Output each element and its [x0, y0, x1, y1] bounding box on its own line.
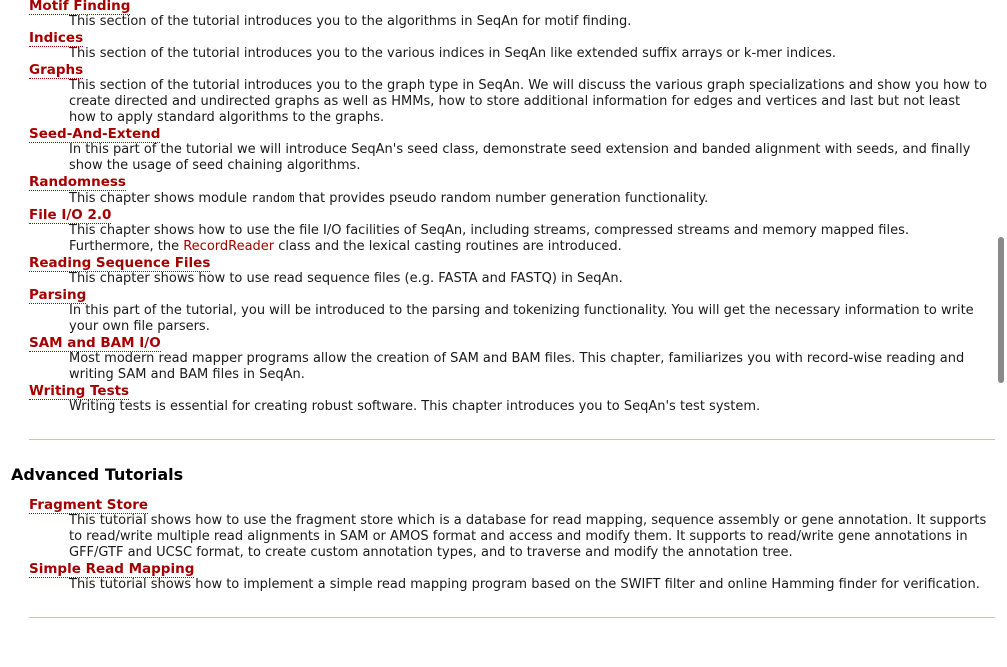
page: Motif Finding This section of the tutori…	[0, 0, 1007, 667]
tutorial-description: In this part of the tutorial, you will b…	[69, 303, 974, 334]
code-module-name: random	[251, 191, 295, 205]
tutorial-title: Simple Read Mapping	[29, 561, 990, 578]
tutorial-link-reading-sequence-files[interactable]: Reading Sequence Files	[29, 255, 211, 272]
tutorial-link-simple-read-mapping[interactable]: Simple Read Mapping	[29, 561, 195, 578]
tutorial-title: Graphs	[29, 62, 990, 79]
tutorial-link-motif-finding[interactable]: Motif Finding	[29, 0, 131, 15]
scrollbar-thumb[interactable]	[998, 237, 1004, 383]
tutorial-title: Fragment Store	[29, 497, 990, 514]
tutorial-title: Randomness	[29, 174, 990, 191]
tutorial-link-graphs[interactable]: Graphs	[29, 62, 84, 79]
tutorial-link-indices[interactable]: Indices	[29, 30, 84, 47]
tutorial-description: This section of the tutorial introduces …	[69, 46, 837, 61]
tutorial-title: Parsing	[29, 287, 990, 304]
tutorial-description: This tutorial shows how to implement a s…	[69, 577, 980, 592]
tutorial-list: Motif Finding This section of the tutori…	[0, 0, 990, 415]
tutorial-description: This section of the tutorial introduces …	[69, 78, 988, 125]
section-heading-advanced: Advanced Tutorials	[11, 465, 184, 484]
tutorial-title: Motif Finding	[29, 0, 990, 15]
tutorial-link-sam-bam-io[interactable]: SAM and BAM I/O	[29, 335, 161, 352]
tutorial-description: This chapter shows how to use read seque…	[69, 271, 623, 286]
description-text: class and the lexical casting routines a…	[274, 239, 622, 254]
advanced-tutorial-list: Fragment Store This tutorial shows how t…	[0, 497, 990, 593]
section-divider	[29, 617, 995, 618]
tutorial-description: Most modern read mapper programs allow t…	[69, 351, 965, 382]
tutorial-link-randomness[interactable]: Randomness	[29, 174, 126, 191]
tutorial-title: Indices	[29, 30, 990, 47]
tutorial-title: Reading Sequence Files	[29, 255, 990, 272]
tutorial-description: This tutorial shows how to use the fragm…	[69, 513, 987, 560]
tutorial-link-writing-tests[interactable]: Writing Tests	[29, 383, 130, 400]
tutorial-link-seed-and-extend[interactable]: Seed-And-Extend	[29, 126, 161, 143]
tutorial-description: In this part of the tutorial we will int…	[69, 142, 971, 173]
tutorial-description: Writing tests is essential for creating …	[69, 399, 761, 414]
record-reader-link[interactable]: RecordReader	[183, 239, 274, 254]
vertical-scrollbar[interactable]	[990, 0, 1007, 667]
tutorial-title: Seed-And-Extend	[29, 126, 990, 143]
tutorial-description: This section of the tutorial introduces …	[69, 14, 632, 29]
tutorial-description: This chapter shows how to use the file I…	[69, 223, 990, 255]
tutorial-link-parsing[interactable]: Parsing	[29, 287, 87, 304]
description-text: This chapter shows module	[69, 191, 252, 206]
tutorial-title: Writing Tests	[29, 383, 990, 400]
description-text: that provides pseudo random number gener…	[294, 191, 709, 206]
tutorial-link-file-io[interactable]: File I/O 2.0	[29, 207, 112, 224]
tutorial-title: File I/O 2.0	[29, 207, 990, 224]
tutorial-link-fragment-store[interactable]: Fragment Store	[29, 497, 149, 514]
tutorial-description: This chapter shows module random that pr…	[69, 190, 990, 207]
content: Motif Finding This section of the tutori…	[0, 0, 995, 618]
tutorial-title: SAM and BAM I/O	[29, 335, 990, 352]
